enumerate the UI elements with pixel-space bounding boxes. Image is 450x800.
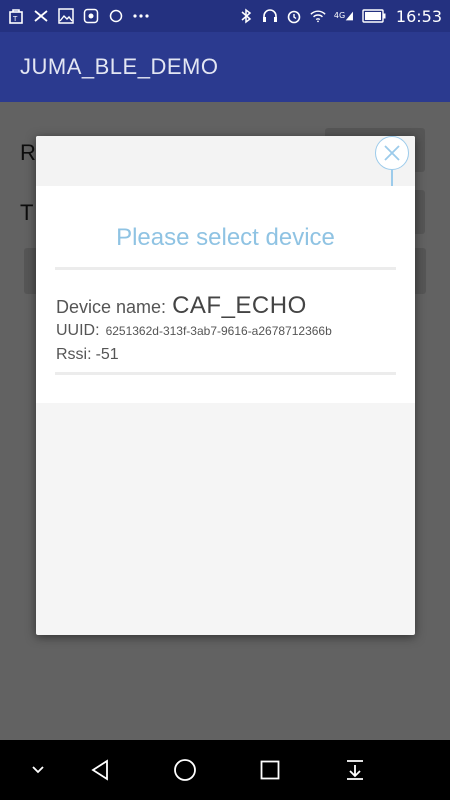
signal-icon: 4G	[334, 8, 354, 24]
alarm-icon	[286, 8, 302, 24]
device-rssi-row: Rssi: -51	[56, 346, 119, 364]
svg-text:T: T	[12, 15, 18, 23]
app-bar: JUMA_BLE_DEMO	[0, 32, 450, 102]
image-icon	[58, 8, 74, 24]
headset-icon	[262, 8, 278, 24]
title-divider	[55, 267, 396, 270]
close-button[interactable]	[375, 136, 409, 170]
close-icon	[384, 145, 400, 161]
grid-icon	[83, 8, 99, 24]
more-icon	[133, 8, 149, 24]
wifi-icon	[310, 8, 326, 24]
device-name-label: Device name:	[56, 297, 167, 317]
bluetooth-icon	[238, 8, 254, 24]
clock: 16:53	[395, 6, 442, 26]
shuffle-icon	[33, 8, 49, 24]
dialog-title: Please select device	[116, 224, 335, 251]
rssi-label: Rssi:	[56, 346, 92, 363]
chevron-down-icon[interactable]	[24, 756, 52, 784]
rssi-value: -51	[95, 346, 119, 363]
status-bar: T 4G 16:53	[0, 0, 450, 32]
status-bar-left: T	[8, 8, 149, 24]
device-select-dialog: Please select device Device name: CAF_ECH…	[36, 136, 415, 635]
uuid-value: 6251362d-313f-3ab7-9616-a2678712366b	[105, 324, 332, 338]
navigation-bar	[0, 740, 450, 800]
battery-icon	[362, 8, 386, 24]
uuid-label: UUID:	[56, 322, 100, 339]
app-title: JUMA_BLE_DEMO	[20, 54, 219, 79]
recents-icon[interactable]	[256, 756, 284, 784]
device-list-item[interactable]: Device name: CAF_ECHO	[56, 292, 307, 320]
device-name-value: CAF_ECHO	[172, 292, 307, 319]
network-type: 4G	[333, 11, 346, 20]
item-divider	[55, 372, 396, 375]
notification-pull-icon[interactable]	[341, 756, 369, 784]
device-uuid-row: UUID: 6251362d-313f-3ab7-9616-a2678712366…	[56, 322, 332, 340]
circle-icon	[108, 8, 124, 24]
shopping-bag-icon: T	[8, 8, 24, 24]
status-bar-right: 4G 16:53	[238, 7, 442, 26]
dialog-header	[36, 136, 415, 186]
home-icon[interactable]	[171, 756, 199, 784]
back-icon[interactable]	[86, 756, 114, 784]
close-button-stem	[391, 170, 393, 186]
